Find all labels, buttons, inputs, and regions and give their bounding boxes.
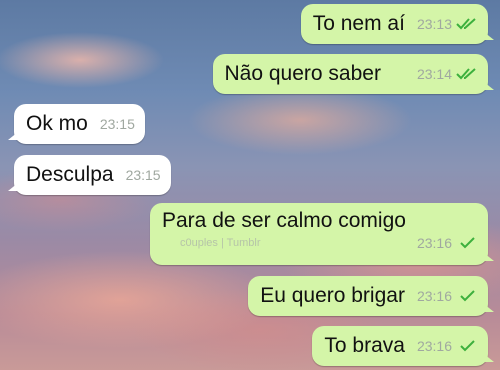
incoming-message-bubble[interactable]: Desculpa 23:15 (8, 155, 171, 195)
message-text: Não quero saber (224, 62, 381, 85)
message-time: 23:15 (99, 116, 135, 132)
outgoing-message-bubble[interactable]: Eu quero brigar 23:16 (248, 276, 494, 316)
single-check-icon (456, 339, 478, 353)
message-meta: 23:16 (417, 235, 478, 251)
message-text: Para de ser calmo comigo (162, 209, 406, 232)
message-time: 23:16 (416, 288, 452, 304)
outgoing-message-bubble[interactable]: To brava 23:16 (312, 326, 494, 366)
double-check-icon (456, 17, 478, 31)
outgoing-message-bubble[interactable]: Para de ser calmo comigo c0uples | Tumbl… (150, 203, 494, 265)
message-meta-row: c0uples | Tumblr 23:16 (162, 235, 478, 251)
message-time: 23:14 (416, 66, 452, 82)
message-meta: 23:16 (417, 338, 478, 354)
outgoing-message-bubble[interactable]: To nem aí 23:13 (300, 4, 495, 44)
message-text: To brava (324, 334, 405, 357)
message-text: Ok mo (26, 112, 88, 135)
watermark-text: c0uples | Tumblr (180, 237, 261, 249)
outgoing-message-bubble[interactable]: Não quero saber 23:14 (212, 54, 495, 94)
message-time: 23:15 (125, 167, 161, 183)
incoming-message-bubble[interactable]: Ok mo 23:15 (8, 104, 145, 144)
single-check-icon (456, 289, 478, 303)
message-meta: 23:13 (417, 16, 478, 32)
message-text: To nem aí (312, 12, 405, 35)
single-check-icon (456, 236, 478, 250)
message-time: 23:16 (416, 235, 452, 251)
message-meta: 23:14 (417, 66, 478, 82)
message-meta: 23:15 (126, 167, 161, 183)
message-text: Desculpa (26, 163, 114, 186)
message-meta: 23:15 (100, 116, 135, 132)
message-meta: 23:16 (417, 288, 478, 304)
double-check-icon (456, 67, 478, 81)
message-text: Eu quero brigar (260, 284, 405, 307)
message-time: 23:16 (416, 338, 452, 354)
message-time: 23:13 (416, 16, 452, 32)
